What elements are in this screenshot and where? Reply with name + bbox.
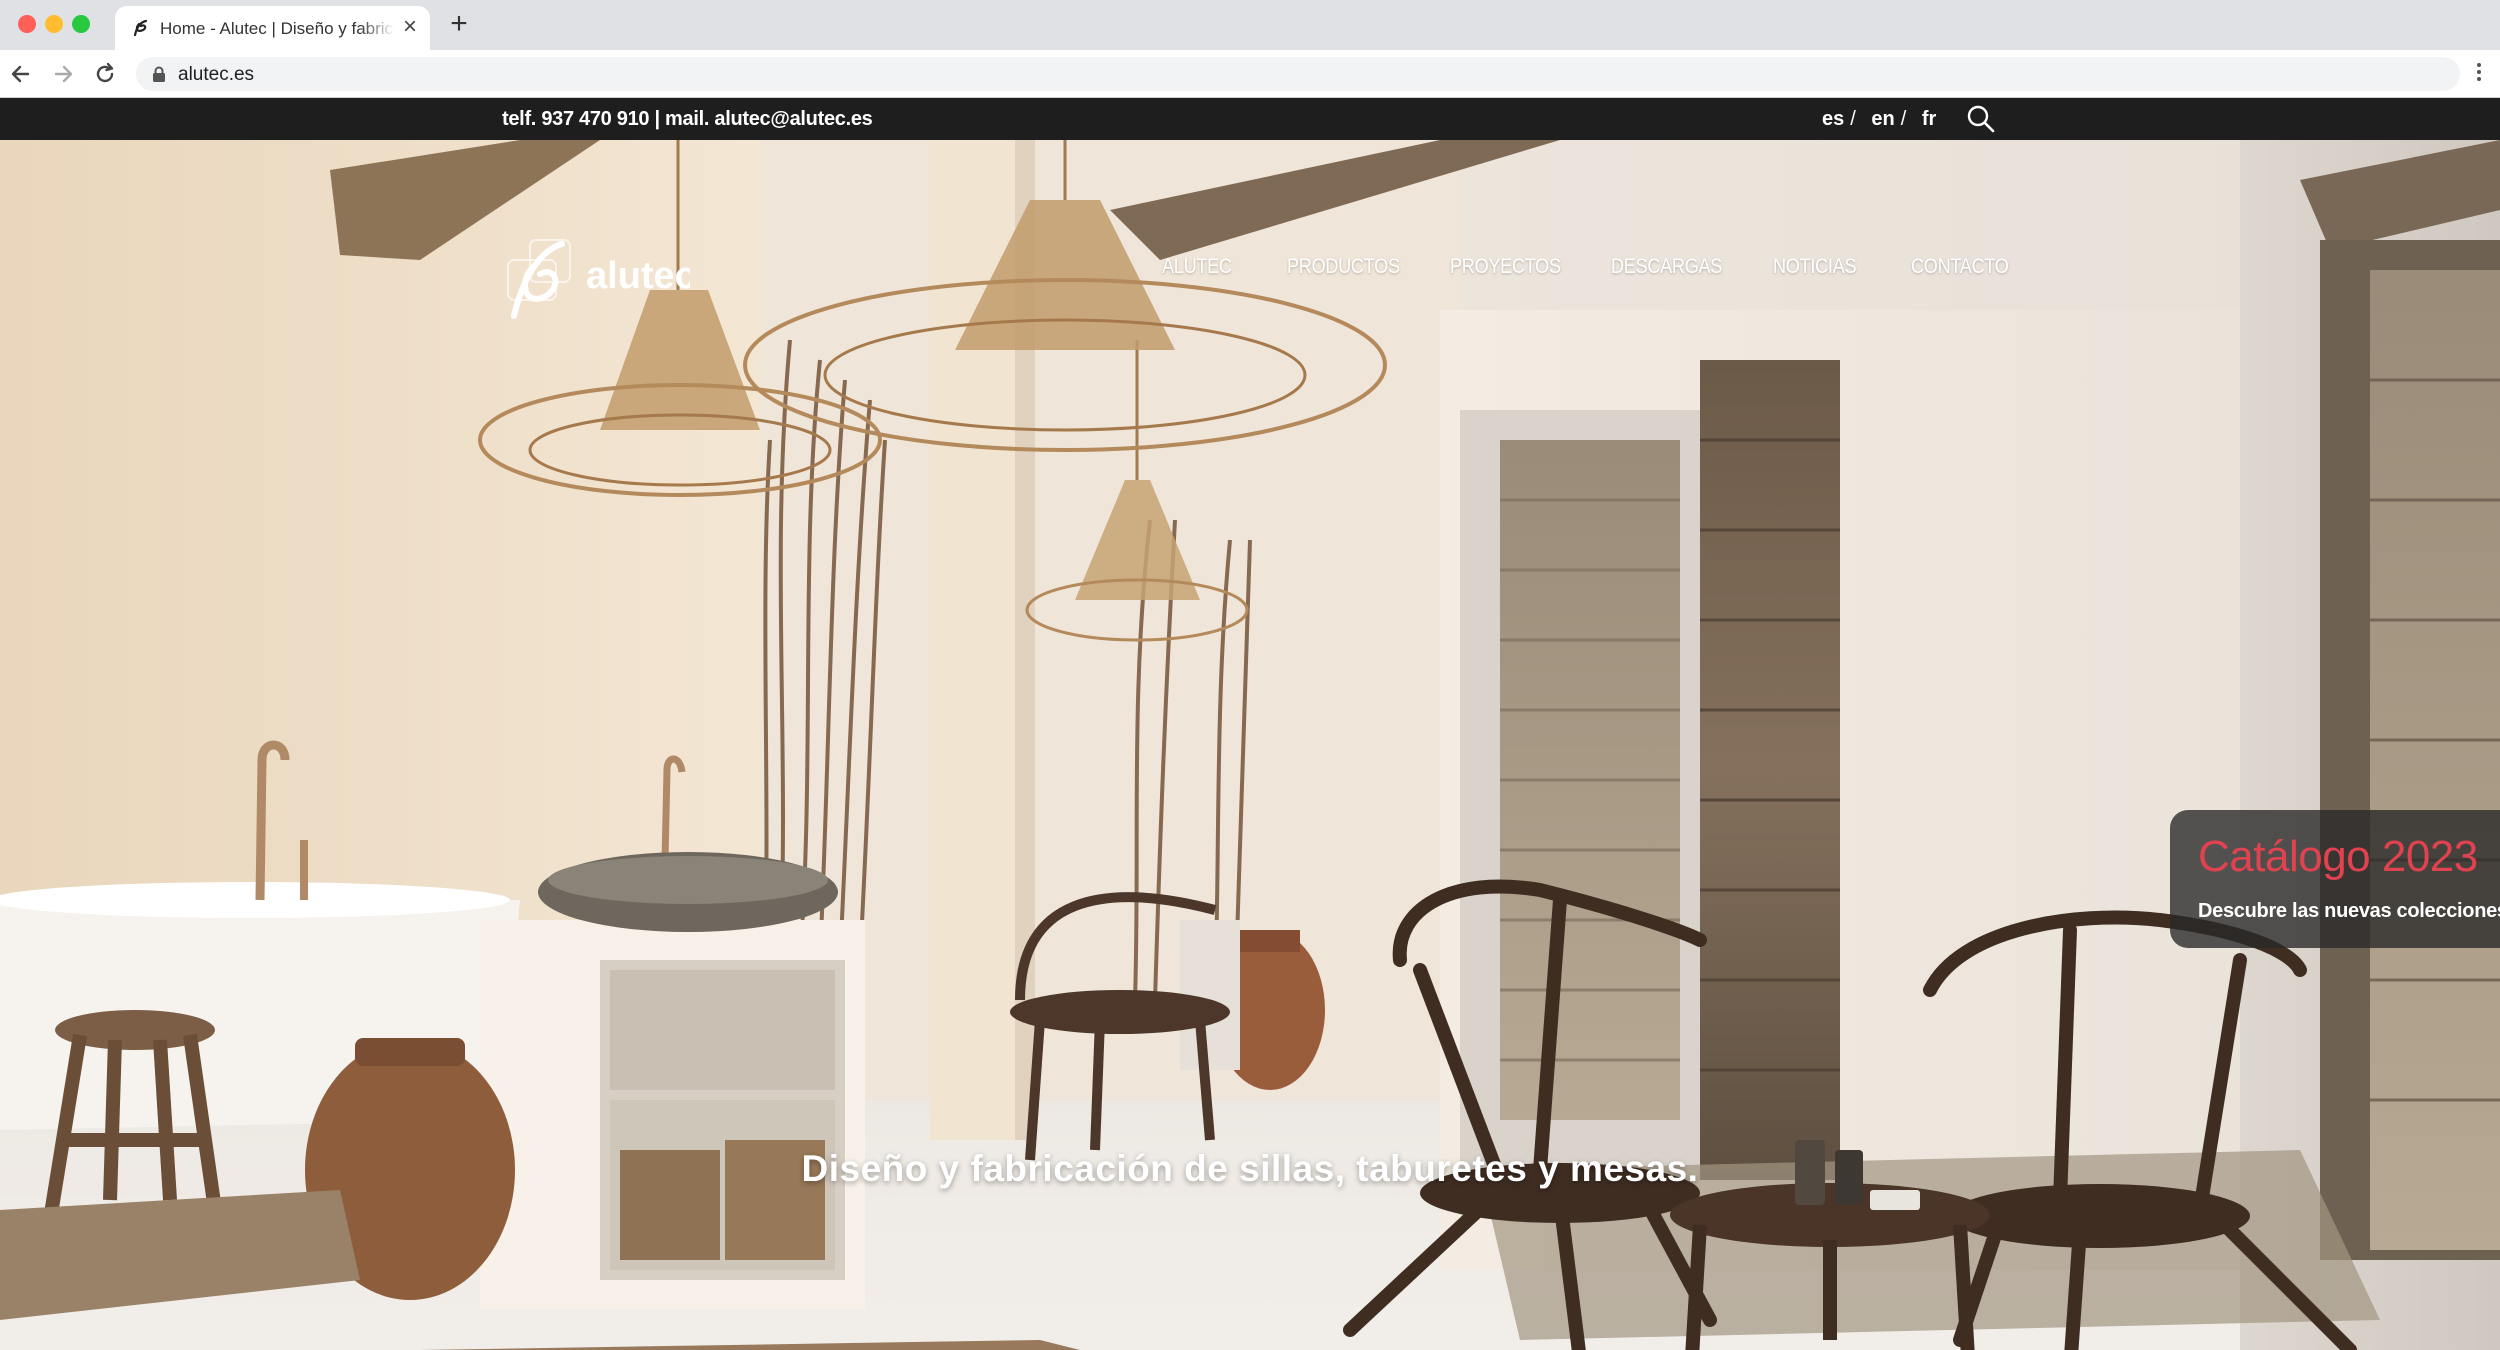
hero-section: alutec ALUTEC PRODUCTOS PROYECTOS DESCAR… bbox=[0, 140, 2500, 1350]
lang-en-link[interactable]: en bbox=[1871, 108, 1894, 131]
language-switcher: es / en / fr bbox=[1822, 108, 1936, 131]
close-window-button[interactable] bbox=[18, 15, 36, 33]
nav-item-productos[interactable]: PRODUCTOS bbox=[1287, 255, 1400, 279]
tab-close-icon[interactable]: × bbox=[398, 15, 422, 40]
alutec-logo[interactable]: alutec bbox=[500, 230, 690, 322]
new-tab-button[interactable]: + bbox=[446, 9, 472, 39]
lang-es-link[interactable]: es bbox=[1822, 108, 1844, 131]
contact-topbar: telf. 937 470 910 | mail. alutec@alutec.… bbox=[0, 98, 2500, 140]
lang-separator: / bbox=[1900, 108, 1907, 130]
hero-tagline: Diseño y fabricación de sillas, taburete… bbox=[801, 1148, 1699, 1189]
url-text: alutec.es bbox=[178, 64, 255, 85]
contact-info[interactable]: telf. 937 470 910 | mail. alutec@alutec.… bbox=[502, 108, 873, 131]
main-navigation: ALUTEC PRODUCTOS PROYECTOS DESCARGAS NOT… bbox=[1150, 255, 2010, 295]
forward-arrow-icon[interactable] bbox=[50, 61, 76, 87]
browser-menu-icon[interactable] bbox=[2470, 60, 2488, 88]
catalog-2023-card[interactable]: Catálogo 2023 Descubre las nuevas colecc… bbox=[2170, 810, 2500, 948]
browser-tab-strip: Home - Alutec | Diseño y fabricación × + bbox=[0, 0, 2500, 50]
logo-text: alutec bbox=[586, 255, 690, 297]
search-icon[interactable] bbox=[1966, 104, 1996, 134]
website-page: telf. 937 470 910 | mail. alutec@alutec.… bbox=[0, 98, 2500, 1350]
reload-icon[interactable] bbox=[92, 61, 118, 87]
minimize-window-button[interactable] bbox=[45, 15, 63, 33]
catalog-title: Catálogo 2023 bbox=[2198, 832, 2478, 881]
catalog-subtitle: Descubre las nuevas colecciones bbox=[2198, 900, 2500, 922]
lang-separator: / bbox=[1850, 108, 1856, 130]
browser-toolbar: alutec.es bbox=[0, 50, 2500, 98]
nav-item-descargas[interactable]: DESCARGAS bbox=[1611, 255, 1722, 279]
tab-title: Home - Alutec | Diseño y fabricación bbox=[160, 19, 395, 38]
nav-item-alutec[interactable]: ALUTEC bbox=[1162, 255, 1232, 279]
nav-item-proyectos[interactable]: PROYECTOS bbox=[1450, 255, 1561, 279]
back-arrow-icon[interactable] bbox=[8, 61, 34, 87]
nav-item-contacto[interactable]: CONTACTO bbox=[1911, 255, 2009, 279]
lock-icon bbox=[153, 66, 165, 82]
lang-fr-link[interactable]: fr bbox=[1922, 108, 1936, 131]
address-bar[interactable]: alutec.es bbox=[136, 57, 2460, 91]
browser-tab-active[interactable]: Home - Alutec | Diseño y fabricación × bbox=[115, 6, 430, 50]
maximize-window-button[interactable] bbox=[72, 15, 90, 33]
alutec-favicon-icon bbox=[133, 19, 148, 37]
nav-item-noticias[interactable]: NOTICIAS bbox=[1773, 255, 1856, 279]
